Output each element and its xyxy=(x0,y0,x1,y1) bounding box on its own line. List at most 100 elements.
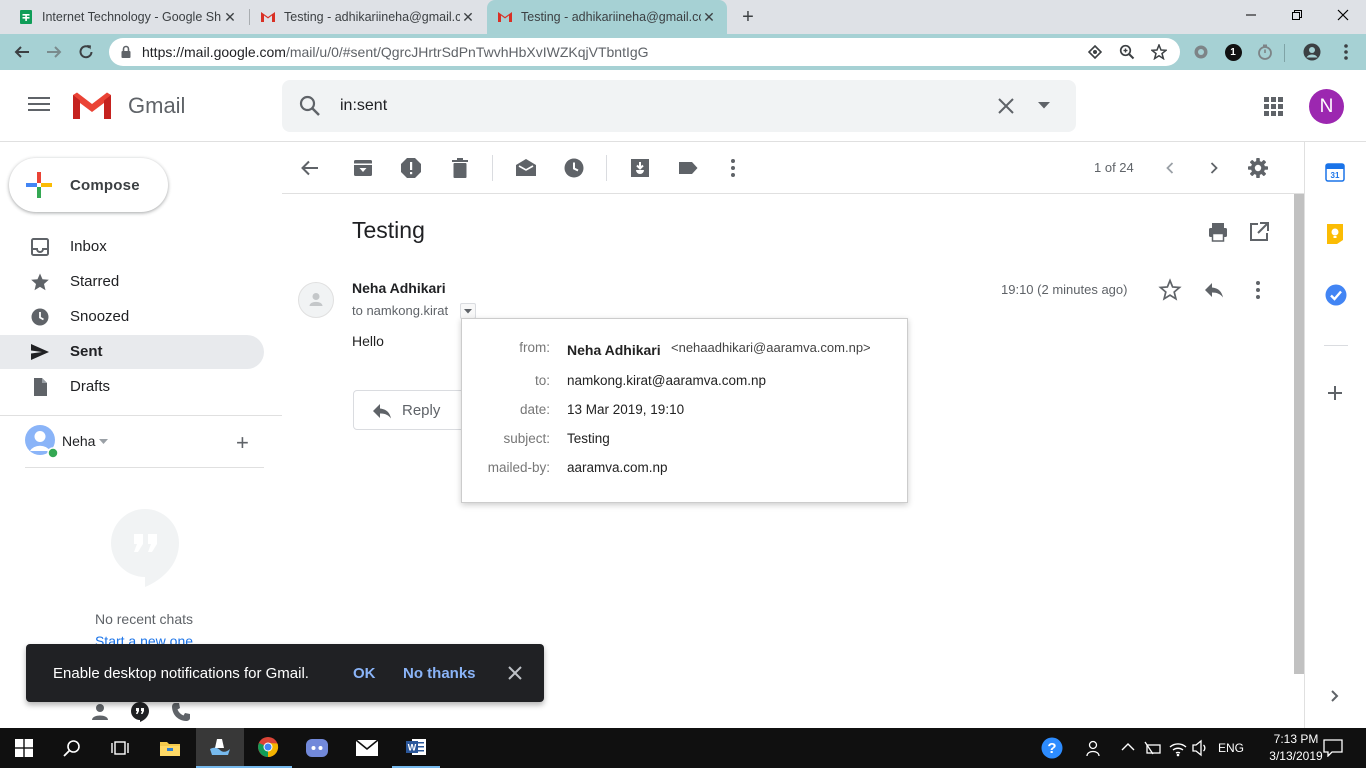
notification-toast: Enable desktop notifications for Gmail. … xyxy=(26,644,544,702)
browser-tab[interactable]: Testing - adhikariineha@gmail.co ✕ xyxy=(250,0,486,34)
word-icon[interactable]: W xyxy=(392,728,440,768)
browser-tab[interactable]: Internet Technology - Google Sh ✕ xyxy=(8,0,248,34)
taskbar-search-icon[interactable] xyxy=(48,728,96,768)
star-message-icon[interactable] xyxy=(1158,278,1182,302)
older-chevron-right-icon[interactable] xyxy=(1202,156,1226,180)
archive-icon[interactable] xyxy=(351,156,375,180)
tab-close-icon[interactable]: ✕ xyxy=(460,9,476,26)
mail-app-icon[interactable] xyxy=(343,728,391,768)
tab-title: Testing - adhikariineha@gmail.co xyxy=(521,10,701,24)
extension-badge[interactable]: 1 xyxy=(1221,40,1245,64)
clear-search-icon[interactable] xyxy=(997,97,1015,115)
back-arrow-icon[interactable] xyxy=(10,40,34,64)
clock-time: 7:13 PM xyxy=(1273,732,1319,746)
open-in-new-window-icon[interactable] xyxy=(1248,221,1270,243)
zoom-icon[interactable] xyxy=(1115,40,1139,64)
reply-arrow-icon[interactable] xyxy=(1202,278,1226,302)
gmail-icon xyxy=(260,11,276,23)
reply-icon xyxy=(372,401,392,421)
action-center-icon[interactable] xyxy=(1323,739,1343,757)
hangouts-user-avatar[interactable] xyxy=(25,425,59,459)
extension-gear-icon[interactable] xyxy=(1189,40,1213,64)
newer-chevron-left-icon[interactable] xyxy=(1158,156,1182,180)
url-text[interactable]: https://mail.google.com/mail/u/0/#sent/Q… xyxy=(142,44,649,60)
nav-label: Sent xyxy=(70,343,103,360)
tasks-icon[interactable] xyxy=(1325,284,1347,306)
windows-start-icon[interactable] xyxy=(0,728,48,768)
lock-icon[interactable] xyxy=(120,45,132,59)
bookmark-star-icon[interactable] xyxy=(1147,40,1171,64)
gmail-logo-icon[interactable] xyxy=(71,91,113,121)
scrollbar-thumb[interactable] xyxy=(1294,194,1304,674)
nav-item-starred[interactable]: Starred xyxy=(0,265,264,299)
hangouts-tab-icon[interactable] xyxy=(130,701,150,723)
message-more-icon[interactable] xyxy=(1246,278,1270,302)
wifi-icon[interactable] xyxy=(1168,739,1188,757)
tab-close-icon[interactable]: ✕ xyxy=(701,9,717,26)
new-chat-plus-icon[interactable]: + xyxy=(236,432,249,454)
toast-ok-button[interactable]: OK xyxy=(353,665,376,682)
nav-item-drafts[interactable]: Drafts xyxy=(0,370,264,404)
label-tag-icon[interactable] xyxy=(676,156,700,180)
more-options-icon[interactable] xyxy=(721,156,745,180)
show-details-dropdown-icon[interactable] xyxy=(460,303,476,319)
help-question-icon[interactable]: ? xyxy=(1041,737,1063,759)
search-icon[interactable] xyxy=(298,94,322,118)
nav-item-inbox[interactable]: Inbox xyxy=(0,230,264,264)
sender-avatar[interactable] xyxy=(298,282,334,318)
forward-arrow-icon[interactable] xyxy=(42,40,66,64)
tab-close-icon[interactable]: ✕ xyxy=(222,9,238,26)
account-avatar[interactable]: N xyxy=(1309,89,1344,124)
phone-icon[interactable] xyxy=(171,702,191,722)
people-icon[interactable] xyxy=(1085,739,1103,757)
discord-icon[interactable] xyxy=(293,728,341,768)
task-view-icon[interactable] xyxy=(96,728,144,768)
chrome-icon[interactable] xyxy=(244,728,292,768)
hangouts-user-name[interactable]: Neha xyxy=(62,433,95,449)
compose-plus-icon xyxy=(26,172,52,198)
taskbar-clock[interactable]: 7:13 PM 3/13/2019 xyxy=(1268,731,1324,765)
close-window-icon[interactable] xyxy=(1320,0,1366,30)
sender-name[interactable]: Neha Adhikari xyxy=(352,280,446,296)
search-input[interactable]: in:sent xyxy=(340,97,387,115)
mark-unread-icon[interactable] xyxy=(514,156,538,180)
restore-icon[interactable] xyxy=(1274,0,1320,30)
expand-panel-chevron-icon[interactable] xyxy=(1327,689,1341,703)
keep-icon[interactable] xyxy=(1325,223,1345,245)
file-explorer-icon[interactable] xyxy=(146,728,194,768)
browser-tab-active[interactable]: Testing - adhikariineha@gmail.co ✕ xyxy=(487,0,727,34)
volume-icon[interactable] xyxy=(1191,739,1209,757)
reload-icon[interactable] xyxy=(74,40,98,64)
nav-item-snoozed[interactable]: Snoozed xyxy=(0,300,264,334)
message-subject: Testing xyxy=(352,217,425,243)
nav-item-sent[interactable]: Sent xyxy=(0,335,264,369)
taskbar-app-icon[interactable] xyxy=(196,728,244,768)
show-hidden-icons-chevron[interactable] xyxy=(1121,742,1135,752)
back-to-sent-icon[interactable] xyxy=(298,156,322,180)
timer-extension-icon[interactable] xyxy=(1253,40,1277,64)
search-bar[interactable] xyxy=(282,80,1076,132)
delete-trash-icon[interactable] xyxy=(448,156,472,180)
extension-diamond-icon[interactable] xyxy=(1083,40,1107,64)
battery-icon[interactable] xyxy=(1144,740,1162,756)
minimize-icon[interactable] xyxy=(1228,0,1274,30)
toast-no-thanks-button[interactable]: No thanks xyxy=(403,665,476,682)
print-icon[interactable] xyxy=(1207,221,1229,243)
apps-grid-icon[interactable] xyxy=(1264,97,1283,116)
main-menu-icon[interactable] xyxy=(28,96,50,112)
input-language[interactable]: ENG xyxy=(1218,741,1244,755)
settings-gear-icon[interactable] xyxy=(1246,156,1270,180)
snooze-clock-icon[interactable] xyxy=(562,156,586,180)
toast-close-icon[interactable] xyxy=(508,666,522,680)
report-spam-icon[interactable] xyxy=(399,156,423,180)
clock-icon xyxy=(30,307,50,327)
contacts-person-icon[interactable] xyxy=(90,702,110,722)
user-dropdown-icon[interactable] xyxy=(99,439,108,444)
get-addons-plus-icon[interactable] xyxy=(1325,383,1345,403)
calendar-icon[interactable]: 31 xyxy=(1325,162,1345,182)
new-tab-plus-icon[interactable]: + xyxy=(737,6,759,28)
profile-icon[interactable] xyxy=(1300,40,1324,64)
search-options-dropdown-icon[interactable] xyxy=(1038,102,1050,109)
move-to-icon[interactable] xyxy=(628,156,652,180)
browser-menu-icon[interactable] xyxy=(1334,40,1358,64)
